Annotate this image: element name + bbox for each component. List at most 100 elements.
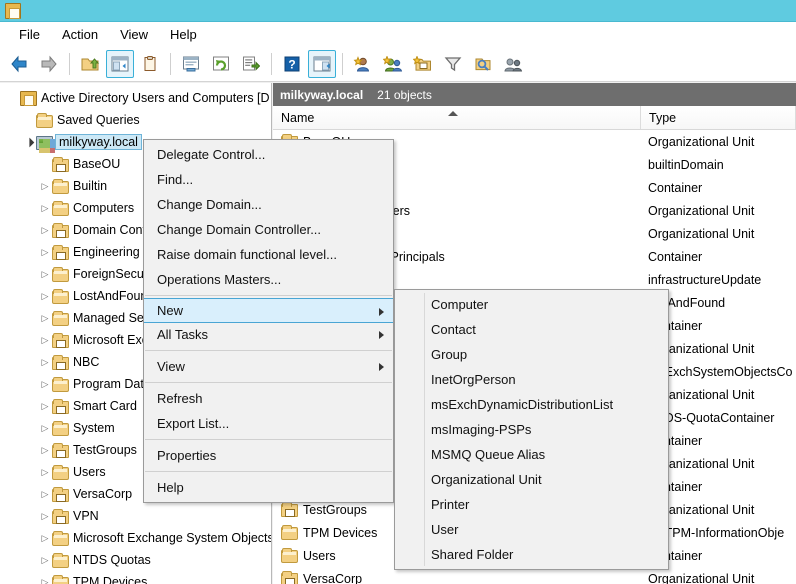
list-header-bar: milkyway.local 21 objects bbox=[273, 83, 796, 106]
context-menu-item-label: Help bbox=[157, 480, 184, 495]
new-submenu[interactable]: Computer Contact Group InetOrgPerson msExchD… bbox=[394, 289, 669, 570]
ctx-delegate-control[interactable]: Delegate Control... bbox=[144, 142, 393, 167]
context-menu-item-label: Raise domain functional level... bbox=[157, 247, 337, 262]
tree-node[interactable]: ▷ VPN bbox=[0, 505, 271, 527]
up-one-level-icon[interactable] bbox=[76, 50, 104, 78]
expand-collapse-closed-icon[interactable]: ▷ bbox=[38, 527, 52, 549]
folder-icon bbox=[52, 310, 69, 326]
context-menu-item-label: Change Domain... bbox=[157, 197, 262, 212]
expand-collapse-closed-icon[interactable]: ▷ bbox=[38, 417, 52, 439]
expand-collapse-closed-icon[interactable]: ▷ bbox=[38, 351, 52, 373]
new-contact[interactable]: Contact bbox=[395, 317, 668, 342]
cell-type: Organizational Unit bbox=[648, 226, 755, 241]
new-window-icon[interactable] bbox=[177, 50, 205, 78]
new-printer[interactable]: Printer bbox=[395, 492, 668, 517]
cell-type: Container bbox=[648, 249, 703, 264]
expand-collapse-closed-icon[interactable]: ▷ bbox=[38, 219, 52, 241]
tree-node[interactable]: Saved Queries bbox=[0, 109, 271, 131]
new-user[interactable]: User bbox=[395, 517, 668, 542]
cell-type: builtinDomain bbox=[648, 157, 724, 172]
submenu-item-label: Computer bbox=[431, 297, 489, 312]
ctx-export-list[interactable]: Export List... bbox=[144, 411, 393, 436]
new-group-icon[interactable] bbox=[379, 50, 407, 78]
submenu-item-label: Shared Folder bbox=[431, 547, 514, 562]
expand-collapse-closed-icon[interactable]: ▷ bbox=[38, 461, 52, 483]
tree-node-label: TestGroups bbox=[73, 443, 137, 457]
expand-collapse-closed-icon[interactable]: ▷ bbox=[38, 549, 52, 571]
cell-type: Organizational Unit bbox=[648, 203, 755, 218]
cell-name-label: TPM Devices bbox=[303, 525, 378, 540]
context-menu-item-label: View bbox=[157, 359, 185, 374]
new-group[interactable]: Group bbox=[395, 342, 668, 367]
show-hide-console-tree-icon[interactable] bbox=[106, 49, 134, 78]
new-user-glyph bbox=[353, 55, 370, 71]
ctx-new[interactable]: New bbox=[144, 298, 393, 323]
expand-collapse-closed-icon[interactable]: ▷ bbox=[38, 329, 52, 351]
ctx-operations-masters[interactable]: Operations Masters... bbox=[144, 267, 393, 292]
folder-icon bbox=[52, 288, 69, 304]
ctx-change-domain[interactable]: Change Domain... bbox=[144, 192, 393, 217]
new-organizational-unit[interactable]: Organizational Unit bbox=[395, 467, 668, 492]
expand-collapse-closed-icon[interactable]: ▷ bbox=[38, 263, 52, 285]
column-header-name[interactable]: Name bbox=[273, 106, 641, 129]
show-hide-action-pane-icon[interactable] bbox=[308, 49, 336, 78]
back-icon[interactable] bbox=[5, 50, 33, 78]
expand-collapse-closed-icon[interactable]: ▷ bbox=[38, 395, 52, 417]
tree-node[interactable]: ▷ Microsoft Exchange System Objects bbox=[0, 527, 271, 549]
tree-node[interactable]: ▷ TPM Devices bbox=[0, 571, 271, 584]
new-msmq-queue-alias[interactable]: MSMQ Queue Alias bbox=[395, 442, 668, 467]
folder-icon bbox=[52, 552, 69, 568]
expand-collapse-closed-icon[interactable]: ▷ bbox=[38, 241, 52, 263]
ctx-help[interactable]: Help bbox=[144, 475, 393, 500]
expand-collapse-closed-icon[interactable]: ▷ bbox=[38, 373, 52, 395]
find-icon[interactable] bbox=[469, 50, 497, 78]
tree-node[interactable]: Active Directory Users and Computers [D bbox=[0, 87, 271, 109]
expand-collapse-closed-icon[interactable]: ▷ bbox=[38, 285, 52, 307]
tree-node-label: Program Data bbox=[73, 377, 151, 391]
tree-node-label: Engineering bbox=[73, 245, 140, 259]
ctx-all-tasks[interactable]: All Tasks bbox=[144, 322, 393, 347]
expand-collapse-closed-icon[interactable]: ▷ bbox=[38, 571, 52, 584]
menu-help[interactable]: Help bbox=[159, 24, 208, 45]
expand-collapse-closed-icon[interactable]: ▷ bbox=[38, 307, 52, 329]
ctx-refresh[interactable]: Refresh bbox=[144, 386, 393, 411]
new-ou-icon[interactable] bbox=[409, 50, 437, 78]
expand-collapse-closed-icon[interactable]: ▷ bbox=[38, 483, 52, 505]
expand-collapse-closed-icon[interactable]: ▷ bbox=[38, 175, 52, 197]
ctx-view[interactable]: View bbox=[144, 354, 393, 379]
expand-collapse-closed-icon[interactable]: ▷ bbox=[38, 197, 52, 219]
expand-collapse-closed-icon[interactable]: ▷ bbox=[38, 505, 52, 527]
tree-node[interactable]: ▷ NTDS Quotas bbox=[0, 549, 271, 571]
context-menu[interactable]: Delegate Control... Find... Change Domain.… bbox=[143, 139, 394, 503]
cell-type: Container bbox=[648, 180, 703, 195]
ctx-properties[interactable]: Properties bbox=[144, 443, 393, 468]
properties-icon[interactable] bbox=[136, 50, 164, 78]
new-user-icon[interactable] bbox=[349, 50, 377, 78]
new-msimaging-psps[interactable]: msImaging-PSPs bbox=[395, 417, 668, 442]
submenu-arrow-icon bbox=[379, 308, 384, 316]
filter-icon[interactable] bbox=[439, 50, 467, 78]
new-shared-folder[interactable]: Shared Folder bbox=[395, 542, 668, 567]
new-computer[interactable]: Computer bbox=[395, 292, 668, 317]
tree-node-label: Microsoft Exchange System Objects bbox=[73, 531, 272, 545]
ou-icon bbox=[52, 398, 69, 414]
menu-view[interactable]: View bbox=[109, 24, 159, 45]
ctx-change-domain-controller[interactable]: Change Domain Controller... bbox=[144, 217, 393, 242]
mmc-window: File Action View Help ? Active Directory… bbox=[0, 0, 796, 584]
ctx-raise-domain-functional-level[interactable]: Raise domain functional level... bbox=[144, 242, 393, 267]
tree-node-label: VersaCorp bbox=[73, 487, 133, 501]
column-header-type[interactable]: Type bbox=[641, 106, 796, 129]
menu-file[interactable]: File bbox=[8, 24, 51, 45]
forward-icon[interactable] bbox=[35, 50, 63, 78]
menu-action[interactable]: Action bbox=[51, 24, 109, 45]
manage-users-icon[interactable] bbox=[499, 50, 527, 78]
expand-collapse-closed-icon[interactable]: ▷ bbox=[38, 439, 52, 461]
ou-icon bbox=[281, 571, 298, 584]
help-icon[interactable]: ? bbox=[278, 50, 306, 78]
action-pane-glyph bbox=[313, 56, 331, 71]
new-inetorgperson[interactable]: InetOrgPerson bbox=[395, 367, 668, 392]
export-list-icon[interactable] bbox=[237, 50, 265, 78]
ctx-find[interactable]: Find... bbox=[144, 167, 393, 192]
new-msexchdynamicdistributionlist[interactable]: msExchDynamicDistributionList bbox=[395, 392, 668, 417]
refresh-icon[interactable] bbox=[207, 50, 235, 78]
